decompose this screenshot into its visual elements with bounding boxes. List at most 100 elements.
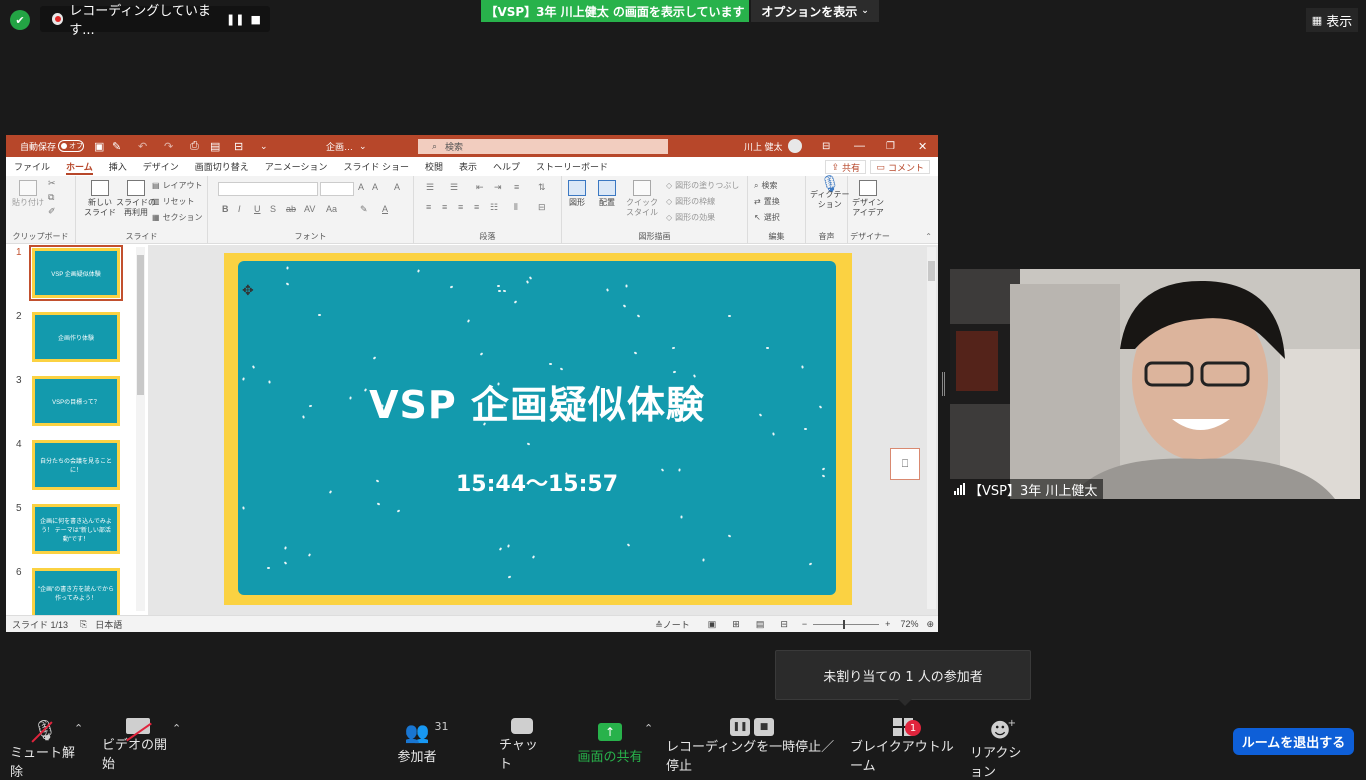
numbering-icon[interactable]: ☰ — [450, 182, 458, 193]
find-button[interactable]: ⌕ 検索 — [754, 180, 777, 191]
ppt-user-name[interactable]: 川上 健太 — [744, 135, 783, 157]
zoom-level[interactable]: 72% — [900, 619, 918, 629]
fit-slide-icon[interactable]: ⊕ — [926, 619, 934, 630]
slide-canvas[interactable]: VSP 企画疑似体験 15:44〜15:57 — [224, 253, 852, 605]
reuse-slide-button[interactable]: スライドの 再利用 — [116, 180, 156, 218]
quick-style-button[interactable]: クイック スタイル — [626, 180, 658, 218]
section-button[interactable]: ▦ セクション — [152, 212, 203, 223]
save-icon[interactable]: ▣ — [94, 135, 104, 157]
align-left-icon[interactable]: ≡ — [426, 202, 431, 212]
replace-button[interactable]: ⇄ 置換 — [754, 196, 780, 207]
stop-recording-icon[interactable]: ■ — [246, 8, 267, 30]
slide-thumbnail[interactable]: 企画作り体験 — [32, 312, 120, 362]
line-spacing-icon[interactable]: ≡ — [514, 182, 519, 192]
shape-fill-button[interactable]: ◇ 図形の塗りつぶし — [666, 180, 739, 191]
notes-button[interactable]: ≙ノート — [655, 618, 690, 631]
clear-format-icon[interactable]: A — [394, 182, 400, 192]
menu-design[interactable]: デザイン — [135, 157, 187, 176]
menu-insert[interactable]: 挿入 — [101, 157, 135, 176]
edit-icon[interactable]: ✎ — [112, 135, 121, 157]
zoom-slider-thumb[interactable] — [843, 619, 846, 629]
reactions-button[interactable]: ☻ + リアクション — [970, 718, 1030, 780]
slide-sorter-icon[interactable]: ⊞ — [732, 619, 740, 630]
restore-icon[interactable]: ❐ — [886, 135, 895, 157]
normal-view-icon[interactable]: ▣ — [708, 619, 717, 630]
slide-scroll-thumb[interactable] — [928, 261, 935, 281]
spellcheck-icon[interactable]: ⎘ — [80, 619, 87, 630]
autosave-toggle[interactable]: オフ — [58, 140, 84, 152]
align-right-icon[interactable]: ≡ — [458, 202, 463, 212]
shadow-icon[interactable]: S — [270, 204, 276, 214]
paste-button[interactable]: 貼り付け — [12, 180, 44, 208]
justify-icon[interactable]: ≡ — [474, 202, 479, 212]
text-direction-icon[interactable]: ⇅ — [538, 182, 546, 193]
thumbnail-scrollbar[interactable] — [136, 247, 145, 611]
new-slide-button[interactable]: 新しい スライド — [84, 180, 116, 218]
strikethrough-icon[interactable]: ab — [286, 204, 296, 214]
language-indicator[interactable]: 日本語 — [95, 618, 122, 631]
slide-title[interactable]: VSP 企画疑似体験 — [238, 374, 836, 429]
bullets-icon[interactable]: ☰ — [426, 182, 434, 193]
cut-icon[interactable]: ✂ — [48, 178, 56, 189]
unmute-button[interactable]: 🎙 ミュート解除 — [10, 718, 80, 780]
arrange-button[interactable]: 配置 — [598, 180, 616, 208]
menu-help[interactable]: ヘルプ — [485, 157, 528, 176]
spacing-icon[interactable]: AV — [304, 204, 315, 214]
zoom-out-icon[interactable]: − — [802, 619, 807, 629]
format-painter-icon[interactable]: ✐ — [48, 206, 56, 217]
view-button[interactable]: ▦ 表示 — [1306, 8, 1358, 32]
collapse-ribbon-icon[interactable]: ⌃ — [925, 232, 932, 241]
menu-storyboard[interactable]: ストーリーボード — [528, 157, 616, 176]
shape-outline-button[interactable]: ◇ 図形の枠線 — [666, 196, 715, 207]
redo-icon[interactable]: ↷ — [164, 135, 173, 157]
qat-customize-icon[interactable]: ⌄ — [260, 135, 268, 157]
thumbnail-scroll-thumb[interactable] — [137, 255, 144, 395]
slide-subtitle[interactable]: 15:44〜15:57 — [238, 466, 836, 498]
slide-thumbnail[interactable]: VSP 企画疑似体験 — [29, 245, 123, 301]
leave-room-button[interactable]: ルームを退出する — [1233, 728, 1354, 755]
menu-file[interactable]: ファイル — [6, 157, 58, 176]
zoom-slider[interactable] — [813, 619, 880, 629]
share-options-chevron-icon[interactable]: ⌃ — [644, 722, 653, 735]
slide-thumbnail[interactable]: "企画"の書き方を読んでから 作ってみよう！ — [32, 568, 120, 618]
columns-icon[interactable]: ⫴ — [514, 202, 518, 213]
menu-view[interactable]: 表示 — [451, 157, 485, 176]
ppt-comment-button[interactable]: ▭ コメント — [870, 160, 930, 174]
shape-effect-button[interactable]: ◇ 図形の効果 — [666, 212, 715, 223]
menu-review[interactable]: 校閲 — [417, 157, 451, 176]
video-options-chevron-icon[interactable]: ⌃ — [172, 722, 181, 735]
distribute-icon[interactable]: ☷ — [490, 202, 498, 213]
menu-home[interactable]: ホーム — [58, 157, 101, 176]
view-options-button[interactable]: オプションを表示 ⌄ — [751, 0, 879, 22]
ppt-share-button[interactable]: ⇪ 共有 — [825, 160, 866, 174]
case-icon[interactable]: Aa — [326, 204, 337, 214]
audio-options-chevron-icon[interactable]: ⌃ — [74, 722, 83, 735]
slideshow-view-icon[interactable]: ⊟ — [780, 619, 788, 630]
ppt-search-box[interactable]: ⌕ 検索 — [418, 139, 668, 154]
shapes-button[interactable]: 図形 — [568, 180, 586, 208]
slide-scrollbar[interactable] — [927, 247, 936, 609]
menu-slideshow[interactable]: スライド ショー — [335, 157, 417, 176]
pause-recording-icon[interactable]: ❚❚ — [225, 8, 246, 30]
participants-button[interactable]: 👥 31 参加者 — [392, 718, 448, 768]
print-icon[interactable]: ⎙ — [190, 135, 199, 157]
font-name-select[interactable] — [218, 182, 318, 196]
slide-thumbnail[interactable]: 企画に何を書き込んでみよう！ テーマは"新しい部活動"です！ — [32, 504, 120, 554]
bookmark-pin-icon[interactable]: ⎕ — [890, 448, 920, 480]
minimize-icon[interactable]: — — [854, 135, 865, 157]
reading-view-icon[interactable]: ▤ — [756, 619, 765, 630]
indent-increase-icon[interactable]: ⇥ — [494, 182, 502, 193]
design-ideas-button[interactable]: デザイン アイデア — [852, 180, 884, 218]
underline-icon[interactable]: U — [254, 204, 261, 214]
ribbon-display-icon[interactable]: ⊟ — [822, 135, 830, 157]
italic-icon[interactable]: I — [238, 204, 241, 214]
decrease-font-icon[interactable]: A — [372, 182, 378, 192]
align-text-icon[interactable]: ⊟ — [538, 202, 546, 213]
close-icon[interactable]: ✕ — [918, 135, 927, 157]
breakout-rooms-button[interactable]: 1 ブレイクアウトルーム — [850, 718, 956, 774]
layout-button[interactable]: ▤ レイアウト — [152, 180, 203, 191]
start-video-button[interactable]: ビデオの開始 — [102, 718, 174, 772]
font-color-icon[interactable]: A — [382, 204, 388, 214]
participant-video-tile[interactable]: 【VSP】3年 川上健太 — [950, 269, 1360, 499]
indent-decrease-icon[interactable]: ⇤ — [476, 182, 484, 193]
